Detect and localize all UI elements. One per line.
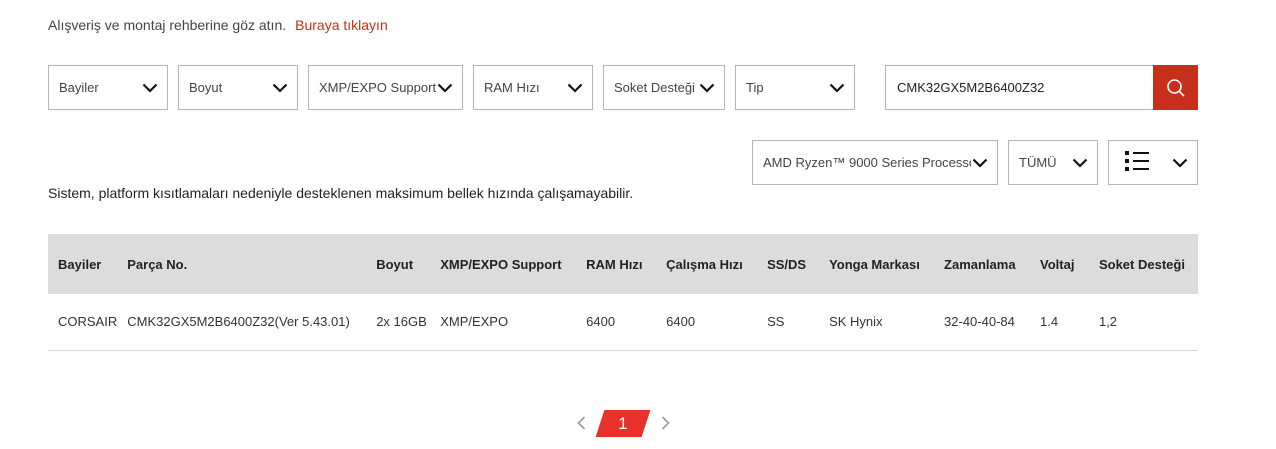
cell-xmp-expo: XMP/EXPO xyxy=(440,314,509,330)
header-socket-support[interactable]: Soket Desteği xyxy=(1089,234,1198,294)
cell-ss-ds: SS xyxy=(767,314,785,330)
filter-type-label: Tip xyxy=(746,80,764,95)
filter-scope-label: TÜMÜ xyxy=(1019,155,1057,170)
filter-xmp-expo-label: XMP/EXPO Support xyxy=(319,80,436,95)
filter-type[interactable]: Tip xyxy=(735,65,855,110)
chevron-left-icon xyxy=(576,416,585,430)
table-header-row: Bayiler Parça No. Boyut XMP/EXPO Support… xyxy=(48,234,1198,294)
filter-ram-speed-label: RAM Hızı xyxy=(484,80,540,95)
results-table: Bayiler Parça No. Boyut XMP/EXPO Support… xyxy=(48,234,1198,351)
guide-line: Alışveriş ve montaj rehberine göz atın. B… xyxy=(48,17,388,33)
filter-dealers[interactable]: Bayiler xyxy=(48,65,168,110)
header-ss-ds[interactable]: SS/DS xyxy=(757,234,819,294)
filter-dealers-label: Bayiler xyxy=(59,80,99,95)
cell-size: 2x 16GB xyxy=(376,314,427,330)
list-view-icon xyxy=(1125,150,1171,175)
cell-part-no: CMK32GX5M2B6400Z32(Ver 5.43.01) xyxy=(127,314,350,330)
header-dealers[interactable]: Bayiler xyxy=(48,234,117,294)
filter-platform[interactable]: AMD Ryzen™ 9000 Series Processors xyxy=(752,140,998,185)
header-voltage[interactable]: Voltaj xyxy=(1030,234,1089,294)
header-operating-speed[interactable]: Çalışma Hızı xyxy=(656,234,757,294)
filter-socket-support-label: Soket Desteği xyxy=(614,80,695,95)
filter-ram-speed[interactable]: RAM Hızı xyxy=(473,65,593,110)
cell-socket-support: 1,2 xyxy=(1098,314,1118,330)
chevron-down-icon xyxy=(566,79,584,97)
chevron-down-icon xyxy=(436,79,454,97)
guide-link[interactable]: Buraya tıklayın xyxy=(295,17,388,33)
cell-operating-speed: 6400 xyxy=(666,314,696,330)
search-icon xyxy=(1166,78,1185,97)
search-input[interactable] xyxy=(885,65,1154,110)
chevron-down-icon xyxy=(1071,154,1089,172)
filter-size-label: Boyut xyxy=(189,80,223,95)
chevron-down-icon xyxy=(271,79,289,97)
header-size[interactable]: Boyut xyxy=(366,234,430,294)
cell-ram-speed: 6400 xyxy=(586,314,616,330)
table-row: CORSAIR CMK32GX5M2B6400Z32(Ver 5.43.01) … xyxy=(48,294,1198,350)
compatibility-notice: Sistem, platform kısıtlamaları nedeniyle… xyxy=(48,185,634,201)
header-xmp-expo[interactable]: XMP/EXPO Support xyxy=(430,234,576,294)
chevron-down-icon xyxy=(1171,154,1189,172)
chevron-down-icon xyxy=(828,79,846,97)
filter-scope[interactable]: TÜMÜ xyxy=(1008,140,1098,185)
filter-xmp-expo[interactable]: XMP/EXPO Support xyxy=(308,65,463,110)
view-mode-select[interactable] xyxy=(1108,140,1198,185)
page-button-current[interactable]: 1 xyxy=(600,410,646,437)
cell-voltage: 1.4 xyxy=(1040,314,1059,330)
header-part-no[interactable]: Parça No. xyxy=(117,234,366,294)
guide-text: Alışveriş ve montaj rehberine göz atın. xyxy=(48,17,287,33)
search-button[interactable] xyxy=(1153,65,1198,110)
cell-chip-brand: SK Hynix xyxy=(829,314,883,330)
next-page-button[interactable] xyxy=(658,414,672,432)
prev-page-button[interactable] xyxy=(574,414,588,432)
header-timing[interactable]: Zamanlama xyxy=(934,234,1030,294)
chevron-right-icon xyxy=(661,416,670,430)
filter-socket-support[interactable]: Soket Desteği xyxy=(603,65,725,110)
cell-timing: 32-40-40-84 xyxy=(944,314,1015,330)
chevron-down-icon xyxy=(971,154,989,172)
page-number: 1 xyxy=(618,413,628,433)
filter-size[interactable]: Boyut xyxy=(178,65,298,110)
chevron-down-icon xyxy=(141,79,159,97)
filter-platform-label: AMD Ryzen™ 9000 Series Processors xyxy=(763,155,971,170)
header-ram-speed[interactable]: RAM Hızı xyxy=(576,234,656,294)
chevron-down-icon xyxy=(698,79,716,97)
header-chip-brand[interactable]: Yonga Markası xyxy=(819,234,934,294)
cell-dealer: CORSAIR xyxy=(58,314,118,330)
pagination: 1 xyxy=(0,410,1276,438)
